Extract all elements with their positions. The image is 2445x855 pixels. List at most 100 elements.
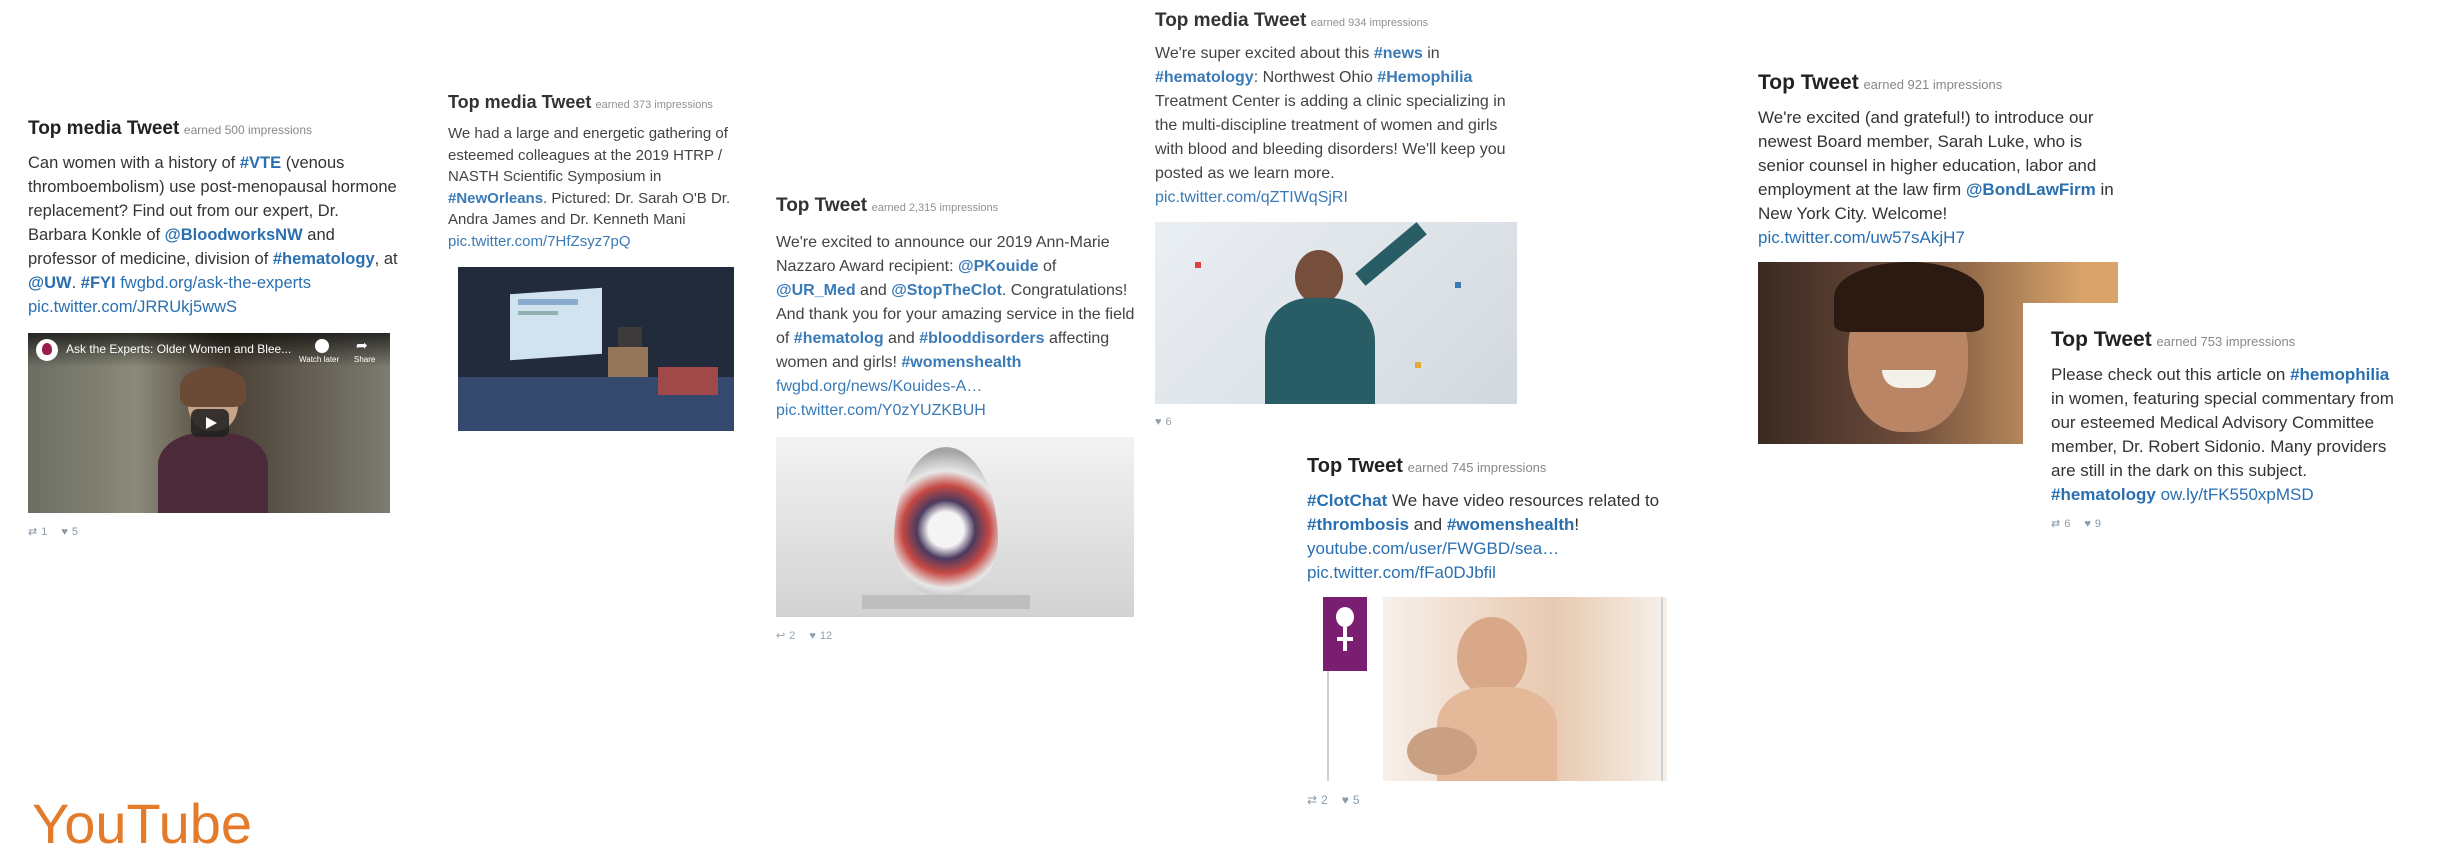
url-link[interactable]: fwgbd.org/ask-the-experts	[120, 274, 311, 292]
tweet-impressions: earned 500 impressions	[183, 123, 312, 137]
tweet-stats: ⇄ 1 ♥ 5	[28, 525, 398, 539]
url-link[interactable]: pic.twitter.com/Y0zYUZKBUH	[776, 402, 986, 419]
tweet-photo-mother[interactable]	[1307, 597, 1667, 781]
tweet-header: Top media Tweet	[448, 92, 592, 112]
url-link[interactable]: pic.twitter.com/uw57sAkjH7	[1758, 228, 1965, 247]
mention-link[interactable]: @BloodworksNW	[165, 226, 303, 244]
hashtag-link[interactable]: #blooddisorders	[919, 330, 1044, 347]
tweet-text: We're excited (and grateful!) to introdu…	[1758, 106, 2126, 250]
url-link[interactable]: pic.twitter.com/qZTIWqSjRI	[1155, 189, 1348, 206]
hashtag-link[interactable]: #womenshealth	[1447, 515, 1575, 534]
tweet-text-segment: .	[71, 274, 81, 292]
watch-later-icon[interactable]	[315, 339, 329, 353]
tweet-header: Top Tweet	[1307, 455, 1403, 477]
tweet-text-segment: Please check out this article on	[2051, 365, 2291, 384]
tweet-stats: ⇄ 2 ♥ 5	[1307, 793, 1677, 807]
tweet-header: Top Tweet	[2051, 328, 2152, 351]
hashtag-link[interactable]: #VTE	[240, 154, 281, 172]
tweet-text: Please check out this article on #hemoph…	[2051, 363, 2401, 507]
hashtag-link[interactable]: #hematology	[273, 250, 375, 268]
hashtag-link[interactable]: #hemophilia	[2290, 365, 2389, 384]
tweet-text-segment: : Northwest Ohio	[1253, 69, 1378, 86]
retweet-count: ⇄ 6	[2051, 517, 2071, 531]
play-button-icon[interactable]	[191, 409, 229, 437]
tweet-stats: ↩ 2 ♥ 12	[776, 629, 1136, 643]
speaker-figure	[158, 367, 268, 513]
video-title: Ask the Experts: Older Women and Blee...	[66, 342, 292, 356]
hashtag-link[interactable]: #hematolog	[794, 330, 884, 347]
like-count: ♥ 5	[1341, 793, 1360, 807]
tweet-text-segment: of	[1038, 258, 1057, 275]
mention-link[interactable]: @StopTheClot	[891, 282, 1002, 299]
hashtag-link[interactable]: #ClotChat	[1307, 491, 1387, 510]
retweet-icon: ⇄	[28, 526, 38, 538]
tweet-text-segment: in	[1422, 45, 1440, 62]
heart-icon: ♥	[1155, 416, 1162, 428]
hashtag-link[interactable]: #news	[1374, 45, 1423, 62]
tweet-text-segment: Can women with a history of	[28, 154, 240, 172]
tweet-header: Top media Tweet	[28, 118, 180, 139]
tweet-card-7: Top Tweet earned 753 impressions Please …	[2023, 303, 2431, 530]
tweet-text-segment: , at	[374, 250, 398, 268]
tweet-photo-award[interactable]	[776, 437, 1134, 617]
url-link[interactable]: pic.twitter.com/7HfZsyz7pQ	[448, 233, 631, 250]
heart-icon: ♥	[2084, 517, 2091, 530]
tweet-impressions: earned 934 impressions	[1310, 17, 1429, 29]
tweet-text: Can women with a history of #VTE (venous…	[28, 151, 398, 319]
hashtag-link[interactable]: #hematology	[1155, 69, 1254, 86]
hashtag-link[interactable]: #Hemophilia	[1377, 69, 1472, 86]
hashtag-link[interactable]: #womenshealth	[901, 354, 1021, 371]
heart-icon: ♥	[809, 629, 816, 642]
tweet-text-segment: We're excited to announce our 2019 Ann-M…	[776, 234, 1110, 275]
url-link[interactable]: pic.twitter.com/fFa0DJbfil	[1307, 563, 1496, 582]
url-link[interactable]: youtube.com/user/FWGBD/sea…	[1307, 539, 1559, 558]
tweet-photo[interactable]	[458, 267, 734, 431]
fwgbd-logo-icon	[1323, 597, 1367, 671]
hashtag-link[interactable]: #hematology	[2051, 485, 2156, 504]
hashtag-link[interactable]: #FYI	[81, 274, 116, 292]
mention-link[interactable]: @UR_Med	[776, 282, 856, 299]
like-count: ♥ 9	[2084, 517, 2101, 530]
like-count: ♥ 6	[1155, 416, 1172, 428]
tweet-card-4: Top media Tweet earned 934 impressions W…	[1155, 10, 1525, 428]
hashtag-link[interactable]: #thrombosis	[1307, 515, 1409, 534]
tweet-text-segment: in women, featuring special commentary f…	[2051, 389, 2394, 480]
mention-link[interactable]: @PKouide	[958, 258, 1039, 275]
url-link[interactable]: pic.twitter.com/JRRUkj5wwS	[28, 298, 237, 316]
tweet-text: We're excited to announce our 2019 Ann-M…	[776, 231, 1136, 423]
tweet-header: Top Tweet	[776, 195, 868, 216]
tweet-impressions: earned 2,315 impressions	[871, 202, 999, 214]
heart-icon: ♥	[61, 525, 68, 538]
tweet-photo-celebration[interactable]	[1155, 222, 1517, 404]
tweet-card-1: Top media Tweet earned 500 impressions C…	[28, 118, 398, 538]
like-count: ♥ 12	[809, 629, 833, 642]
tweet-text-segment: and	[855, 282, 892, 299]
mention-link[interactable]: @BondLawFirm	[1966, 180, 2096, 199]
hashtag-link[interactable]: #NewOrleans	[448, 190, 543, 207]
tweet-text-segment: Treatment Center is adding a clinic spec…	[1155, 93, 1506, 182]
tweet-impressions: earned 745 impressions	[1407, 460, 1547, 475]
tweet-stats: ⇄ 6 ♥ 9	[2051, 517, 2431, 531]
section-title: YouTube	[32, 792, 253, 855]
tweet-impressions: earned 753 impressions	[2156, 334, 2296, 349]
tweet-text-segment: and	[883, 330, 920, 347]
watch-later-label: Watch later	[299, 355, 340, 364]
mention-link[interactable]: @UW	[28, 274, 72, 292]
like-count: ♥ 5	[61, 525, 78, 538]
tweet-card-3: Top Tweet earned 2,315 impressions We're…	[776, 195, 1136, 642]
tweet-impressions: earned 921 impressions	[1863, 77, 2003, 92]
tweet-card-2: Top media Tweet earned 373 impressions W…	[448, 92, 758, 431]
tweet-text: We're super excited about this #news in …	[1155, 42, 1525, 210]
tweet-impressions: earned 373 impressions	[595, 99, 713, 111]
tweet-text-segment: We have video resources related to	[1387, 491, 1660, 510]
retweet-icon: ⇄	[2051, 518, 2061, 530]
tweet-header: Top media Tweet	[1155, 10, 1307, 31]
reply-count: ↩ 2	[776, 629, 796, 643]
tweet-header: Top Tweet	[1758, 71, 1859, 94]
tweet-text-segment: and	[1409, 515, 1447, 534]
tweet-text-segment: We had a large and energetic gathering o…	[448, 125, 728, 185]
url-link[interactable]: ow.ly/tFK550xpMSD	[2161, 485, 2314, 504]
share-icon[interactable]: ➦	[356, 337, 368, 354]
url-link[interactable]: fwgbd.org/news/Kouides-A…	[776, 378, 982, 395]
tweet-video[interactable]: Ask the Experts: Older Women and Blee...…	[28, 333, 390, 513]
